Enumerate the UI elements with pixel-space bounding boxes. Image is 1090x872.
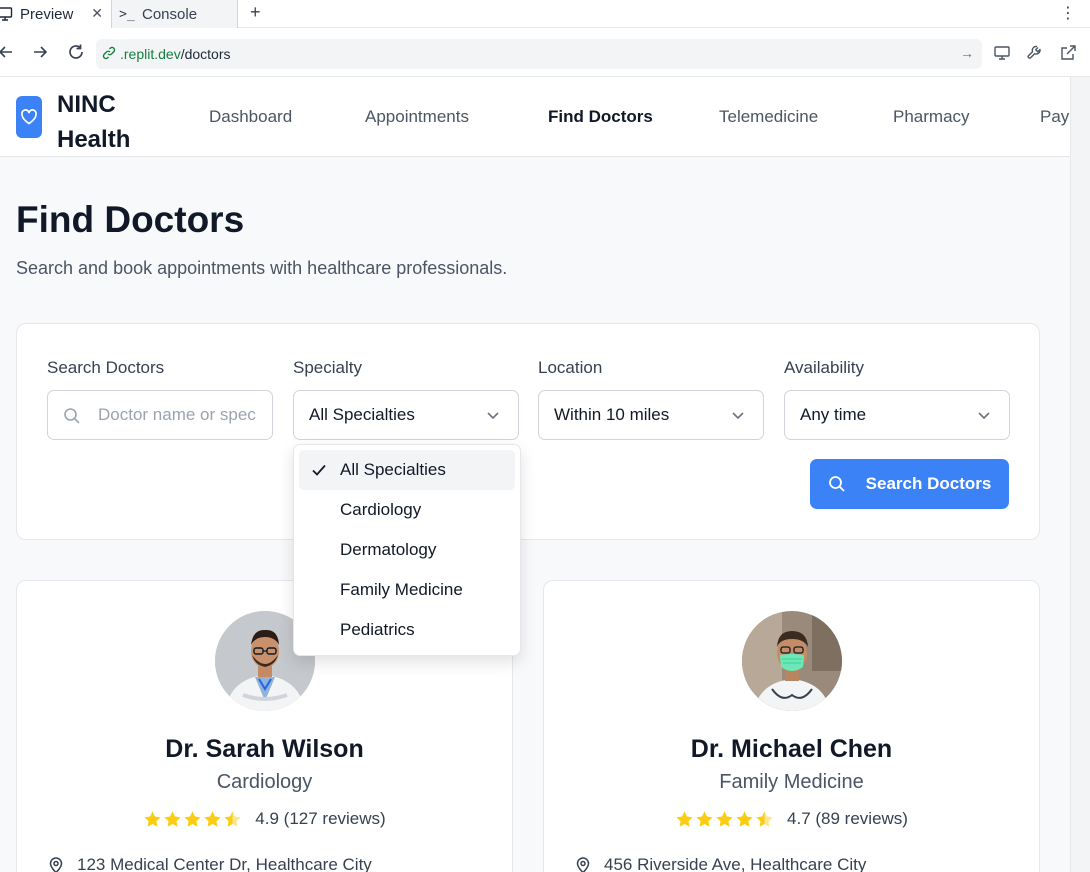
star-icon <box>696 810 713 827</box>
option-label: Family Medicine <box>340 580 463 599</box>
browser-tab-bar: Preview ✕ >_ Console + ⋮ <box>0 0 1090 28</box>
search-filters-card: Search Doctors Specialty Location Availa… <box>16 323 1040 540</box>
option-label: All Specialties <box>340 460 446 479</box>
doctor-avatar <box>741 611 842 711</box>
page-title: Find Doctors <box>16 199 245 240</box>
doctor-address: 456 Riverside Ave, Healthcare City <box>574 855 866 872</box>
search-button-label: Search Doctors <box>865 474 992 493</box>
search-doctors-button[interactable]: Search Doctors <box>810 459 1009 509</box>
search-placeholder: Doctor name or spec <box>98 405 256 424</box>
tab-console[interactable]: >_ Console <box>112 0 238 28</box>
page-subtitle: Search and book appointments with health… <box>16 258 508 278</box>
nav-find-doctors[interactable]: Find Doctors <box>548 107 653 127</box>
map-pin-icon <box>47 856 65 872</box>
option-label: Cardiology <box>340 500 422 519</box>
review-count: (127 reviews) <box>283 809 386 828</box>
option-label: Pediatrics <box>340 620 415 639</box>
go-arrow-icon[interactable]: → <box>960 45 974 61</box>
location-value: Within 10 miles <box>554 405 670 424</box>
star-rating <box>143 810 243 829</box>
star-icon <box>204 810 221 827</box>
specialty-select[interactable]: All Specialties <box>293 390 519 440</box>
doctor-card[interactable]: Dr. Michael Chen Family Medicine 4.7 (89… <box>543 580 1040 872</box>
star-icon <box>736 810 753 827</box>
location-select[interactable]: Within 10 miles <box>538 390 764 440</box>
rating-value: 4.7 <box>787 809 811 828</box>
star-icon <box>144 810 161 827</box>
availability-value: Any time <box>800 405 867 424</box>
heart-icon[interactable] <box>16 96 42 138</box>
url-path: /doctors <box>180 46 231 62</box>
star-icon <box>164 810 181 827</box>
chevron-down-icon <box>732 412 744 420</box>
app-viewport: NINC Health Dashboard Appointments Find … <box>0 77 1070 872</box>
wrench-icon[interactable] <box>1026 44 1046 64</box>
star-icon <box>224 810 241 827</box>
doctor-rating: 4.9 (127 reviews) <box>17 809 512 829</box>
star-rating <box>675 810 775 829</box>
close-tab-icon[interactable]: ✕ <box>91 5 103 22</box>
reload-icon[interactable] <box>66 42 86 62</box>
terminal-icon: >_ <box>119 6 135 22</box>
dropdown-option-all-specialties[interactable]: All Specialties <box>299 450 515 490</box>
new-tab-icon[interactable]: + <box>250 2 261 23</box>
doctor-specialty: Family Medicine <box>719 771 864 793</box>
address-text: 456 Riverside Ave, Healthcare City <box>604 855 867 872</box>
nav-telemedicine[interactable]: Telemedicine <box>719 107 818 127</box>
star-icon <box>676 810 693 827</box>
back-arrow-icon[interactable] <box>0 42 16 62</box>
check-icon <box>312 464 326 476</box>
dropdown-option-cardiology[interactable]: Cardiology <box>299 490 515 530</box>
tab-label: Preview <box>20 5 74 23</box>
star-icon <box>716 810 733 827</box>
doctor-rating: 4.7 (89 reviews) <box>544 809 1039 829</box>
nav-dashboard[interactable]: Dashboard <box>209 107 292 127</box>
specialty-label: Specialty <box>293 358 362 377</box>
doctor-address: 123 Medical Center Dr, Healthcare City <box>47 855 372 872</box>
tab-label: Console <box>142 5 198 23</box>
rating-value: 4.9 <box>255 809 279 828</box>
search-doctors-label: Search Doctors <box>47 358 165 377</box>
nav-appointments[interactable]: Appointments <box>365 107 469 127</box>
search-icon <box>63 407 81 430</box>
scrollbar[interactable] <box>1070 77 1090 872</box>
more-vertical-icon[interactable]: ⋮ <box>1060 3 1076 23</box>
availability-select[interactable]: Any time <box>784 390 1010 440</box>
star-icon <box>756 810 773 827</box>
address-text: 123 Medical Center Dr, Healthcare City <box>77 855 372 872</box>
star-icon <box>184 810 201 827</box>
url-host: .replit.dev <box>120 46 181 62</box>
search-input[interactable]: Doctor name or spec <box>47 390 273 440</box>
doctor-name: Dr. Sarah Wilson <box>165 735 364 763</box>
url-field[interactable]: .replit.dev/doctors → <box>96 39 982 69</box>
map-pin-icon <box>574 856 592 872</box>
brand-name[interactable]: NINC Health <box>57 87 157 157</box>
link-icon <box>102 46 116 63</box>
availability-label: Availability <box>784 358 865 377</box>
nav-payments[interactable]: Payme <box>1040 107 1070 127</box>
chevron-down-icon <box>487 412 499 420</box>
doctor-specialty: Cardiology <box>216 771 313 793</box>
monitor-icon <box>0 5 14 23</box>
dropdown-option-family-medicine[interactable]: Family Medicine <box>299 570 515 610</box>
devices-icon[interactable] <box>993 44 1013 64</box>
dropdown-option-pediatrics[interactable]: Pediatrics <box>299 610 515 650</box>
specialty-dropdown-menu: All Specialties Cardiology Dermatology F… <box>293 444 521 656</box>
nav-pharmacy[interactable]: Pharmacy <box>893 107 970 127</box>
tab-preview[interactable]: Preview ✕ <box>0 0 112 28</box>
specialty-value: All Specialties <box>309 405 415 424</box>
chevron-down-icon <box>978 412 990 420</box>
search-icon <box>828 475 846 493</box>
doctor-name: Dr. Michael Chen <box>690 735 893 763</box>
top-navigation: NINC Health Dashboard Appointments Find … <box>0 77 1070 157</box>
open-external-icon[interactable] <box>1059 44 1079 64</box>
dropdown-option-dermatology[interactable]: Dermatology <box>299 530 515 570</box>
review-count: (89 reviews) <box>815 809 908 828</box>
address-bar: .replit.dev/doctors → <box>0 28 1090 77</box>
option-label: Dermatology <box>340 540 437 559</box>
location-label: Location <box>538 358 603 377</box>
forward-arrow-icon[interactable] <box>30 42 50 62</box>
